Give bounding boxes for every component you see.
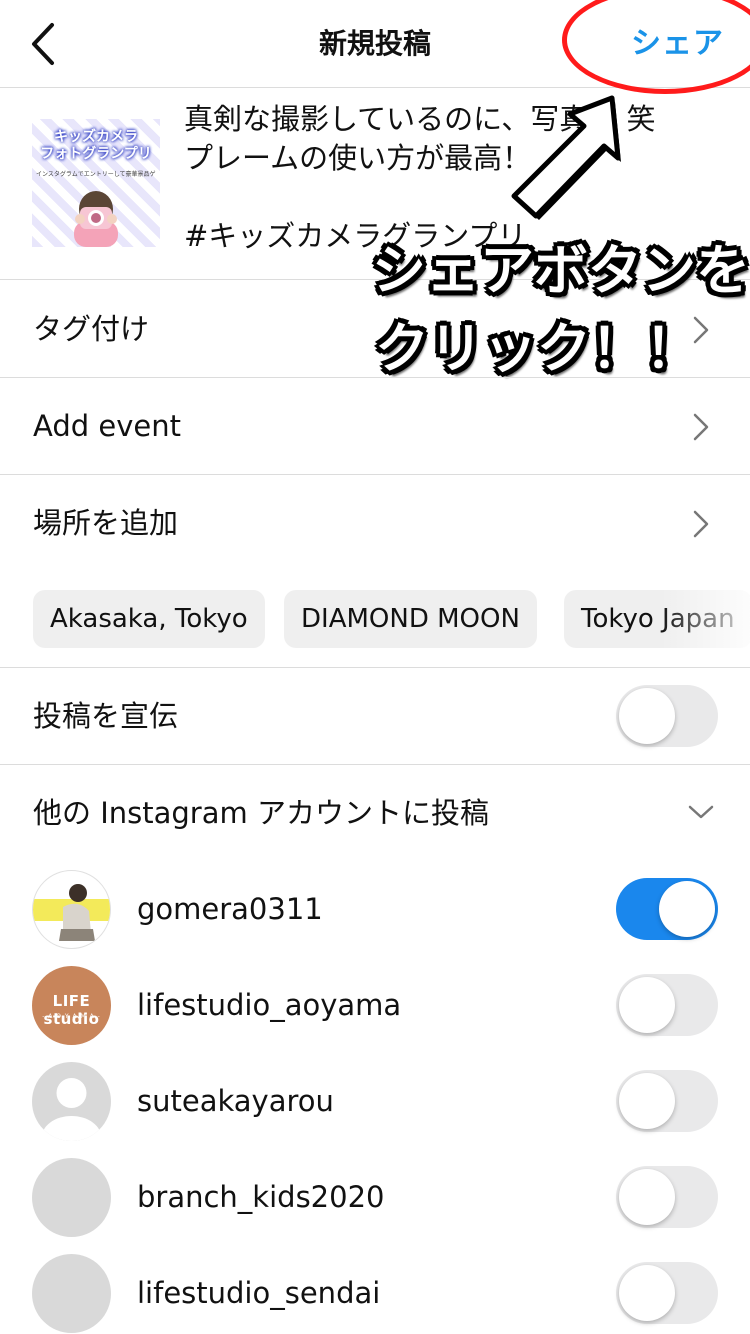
account-name: lifestudio_sendai [137,1276,381,1310]
child-with-camera-illustration [74,191,118,247]
account-row-lifestudio-aoyama: LIFE studio - A O Y A M A - lifestudio_a… [0,957,750,1053]
toggle-knob [619,1073,675,1129]
account-toggle-gomera0311[interactable] [616,878,718,940]
person-photo-icon [33,884,110,941]
back-button[interactable] [18,14,68,74]
account-toggle-lifestudio-aoyama[interactable] [616,974,718,1036]
account-row-lifestudio-sendai: lifestudio_sendai [0,1245,750,1334]
thumbnail-subtitle: インスタグラムでエントリーして豪華景品ゲット！ [36,171,156,178]
account-name: gomera0311 [137,892,323,926]
account-name: suteakayarou [137,1084,334,1118]
caption-text[interactable]: 真剣な撮影しているのに、写真！ 笑 プレームの使い方が最高！ #キッズカメラグラ… [184,100,684,256]
chevron-right-icon [693,510,709,538]
tag-people-row[interactable]: タグ付け [0,281,750,378]
avatar-logo-subtext: - A O Y A M A - [42,1013,101,1020]
promote-post-row: 投稿を宣伝 [0,668,750,765]
avatar [32,1254,111,1333]
add-location-row[interactable]: 場所を追加 [0,475,750,572]
share-button[interactable]: シェア [631,20,724,68]
thumbnail-title: キッズカメラ フォトグランプリ [40,129,152,162]
account-name: branch_kids2020 [137,1180,385,1214]
toggle-knob [659,881,715,937]
chevron-right-icon [693,316,709,344]
default-user-icon [41,1078,102,1141]
location-chip[interactable]: Akasaka, Tokyo [33,590,265,648]
chevron-right-icon [693,413,709,441]
account-toggle-lifestudio-sendai[interactable] [616,1262,718,1324]
account-toggle-suteakayarou[interactable] [616,1070,718,1132]
avatar-logo-text: LIFE studio [43,992,100,1028]
top-navigation-bar: 新規投稿 シェア [0,0,750,88]
chevron-down-icon[interactable] [686,802,716,822]
account-name: lifestudio_aoyama [137,988,402,1022]
add-location-label: 場所を追加 [33,506,179,540]
account-row-branch-kids2020: branch_kids2020 [0,1149,750,1245]
avatar: LIFE studio - A O Y A M A - [32,966,111,1045]
location-chip[interactable]: DIAMOND MOON [284,590,537,648]
add-event-label: Add event [33,409,181,443]
avatar [32,1158,111,1237]
add-event-row[interactable]: Add event [0,378,750,475]
account-row-gomera0311: gomera0311 [0,861,750,957]
toggle-knob [619,1169,675,1225]
toggle-knob [619,1265,675,1321]
promote-post-toggle[interactable] [616,685,718,747]
avatar [32,1062,111,1141]
location-suggestions: Akasaka, Tokyo DIAMOND MOON Tokyo Japan [0,590,750,648]
tag-people-label: タグ付け [33,312,150,346]
post-thumbnail[interactable]: キッズカメラ フォトグランプリ インスタグラムでエントリーして豪華景品ゲット！ [32,119,160,247]
avatar [32,870,111,949]
other-accounts-header[interactable]: 他の Instagram アカウントに投稿 [0,765,750,862]
toggle-knob [619,688,675,744]
location-chip[interactable]: Tokyo Japan [564,590,750,648]
account-toggle-branch-kids2020[interactable] [616,1166,718,1228]
chevron-left-icon [32,23,54,65]
account-row-suteakayarou: suteakayarou [0,1053,750,1149]
toggle-knob [619,977,675,1033]
post-preview: キッズカメラ フォトグランプリ インスタグラムでエントリーして豪華景品ゲット！ … [0,88,750,280]
other-accounts-label: 他の Instagram アカウントに投稿 [33,796,489,830]
promote-post-label: 投稿を宣伝 [33,699,179,733]
